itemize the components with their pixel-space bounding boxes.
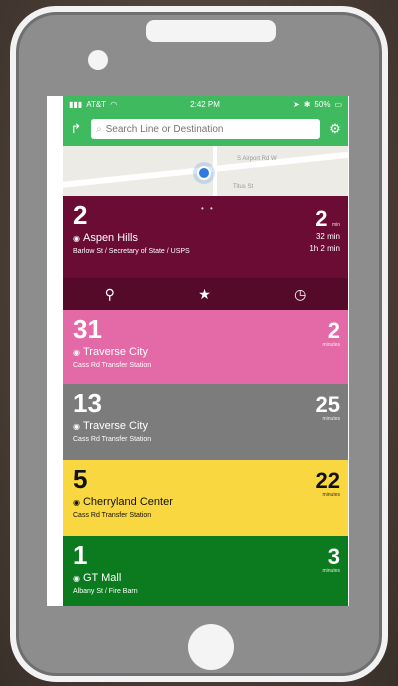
stop-label: Albany St / Fire Barn [73,588,138,595]
arrival-unit: min [331,222,340,228]
home-button[interactable] [188,624,234,670]
map-label: Titus St [233,184,254,190]
directions-icon[interactable]: ↱ [69,121,83,137]
search-input[interactable] [105,123,315,135]
destination-label: Traverse City [82,420,148,432]
location-pin-icon[interactable]: ⚲ [105,286,115,303]
phone-speaker [146,20,276,42]
battery-icon: ▭ [334,99,342,109]
bluetooth-icon: ✱ [303,99,311,109]
status-bar: ▮▮▮ AT&T ◠ 2:42 PM ➤ ✱ 50% ▭ [63,96,348,112]
direction-icon: ◉ [73,573,80,583]
route-destination: ◉ GT Mall [73,572,342,584]
route-number: 13 [73,388,102,418]
direction-icon: ◉ [73,421,80,431]
route-actions: ⚲ ★ ◷ [63,278,348,310]
clock-label: 2:42 PM [190,99,220,109]
stop-label: Barlow St / Secretary of State / USPS [73,248,190,255]
phone-screen: ▮▮▮ AT&T ◠ 2:42 PM ➤ ✱ 50% ▭ ↱ ⌕ ⚙ S Air [47,96,349,606]
route-destination: ◉ Cherryland Center [73,496,342,508]
route-card-5[interactable]: 5 ◉ Cherryland Center Cass Rd Transfer S… [63,460,348,536]
battery-label: 50% [314,99,331,109]
arrival-unit: minutes [322,568,340,574]
map-view[interactable]: S Airport Rd W Titus St [63,146,348,196]
map-road [213,146,217,196]
search-box[interactable]: ⌕ [91,119,320,139]
wifi-icon: ◠ [110,99,118,109]
direction-icon: ◉ [73,233,80,243]
clock-icon[interactable]: ◷ [294,286,306,303]
route-number: 5 [73,464,88,494]
phone-camera [88,50,108,70]
star-icon[interactable]: ★ [198,286,211,303]
route-number: 1 [73,540,88,570]
direction-icon: ◉ [73,497,80,507]
gear-icon[interactable]: ⚙ [328,121,342,137]
top-bar: ↱ ⌕ ⚙ [63,112,348,146]
route-card-31[interactable]: 31 ◉ Traverse City Cass Rd Transfer Stat… [63,310,348,384]
next-arrival: 1h 2 min [309,244,340,253]
current-location-dot [197,166,211,180]
route-card-1[interactable]: 1 ◉ GT Mall Albany St / Fire Barn 3 minu… [63,536,348,606]
arrival-times: 22 minutes [315,468,340,499]
route-number: 31 [73,314,102,344]
arrival-unit: minutes [322,342,340,348]
stop-label: Cass Rd Transfer Station [73,512,152,519]
arrival-times: 25 minutes [315,392,340,423]
arrival-unit: minutes [322,492,340,498]
arrival-minutes: 22 [315,468,340,493]
next-arrival: 32 min [315,232,340,241]
arrival-times: 2 minutes [322,318,340,349]
map-label: S Airport Rd W [237,156,277,162]
destination-label: Traverse City [82,346,148,358]
route-card-13[interactable]: 13 ◉ Traverse City Cass Rd Transfer Stat… [63,384,348,460]
direction-icon: ◉ [73,347,80,357]
arrival-times: 2 min 32 min 1h 2 min [309,208,340,255]
location-status-icon: ➤ [293,99,300,109]
route-destination: ◉ Traverse City [73,420,342,432]
route-destination: ◉ Traverse City [73,346,342,358]
app-screen: ▮▮▮ AT&T ◠ 2:42 PM ➤ ✱ 50% ▭ ↱ ⌕ ⚙ S Air [63,96,348,606]
destination-label: Aspen Hills [82,232,139,244]
arrival-minutes: 2 [315,206,328,231]
arrival-minutes: 2 [327,318,340,343]
stop-label: Cass Rd Transfer Station [73,436,152,443]
arrival-minutes: 3 [327,544,340,569]
search-icon: ⌕ [96,123,102,135]
route-card-2[interactable]: • • 2 ◉ Aspen Hills Barlow St / Secretar… [63,196,348,278]
carrier-label: AT&T [86,99,107,109]
destination-label: GT Mall [82,572,122,584]
destination-label: Cherryland Center [82,496,173,508]
page-dots: • • [201,204,215,213]
signal-icon: ▮▮▮ [69,99,83,109]
arrival-minutes: 25 [315,392,340,417]
route-destination: ◉ Aspen Hills [73,232,342,244]
arrival-times: 3 minutes [322,544,340,575]
stop-label: Cass Rd Transfer Station [73,362,152,369]
arrival-unit: minutes [322,416,340,422]
